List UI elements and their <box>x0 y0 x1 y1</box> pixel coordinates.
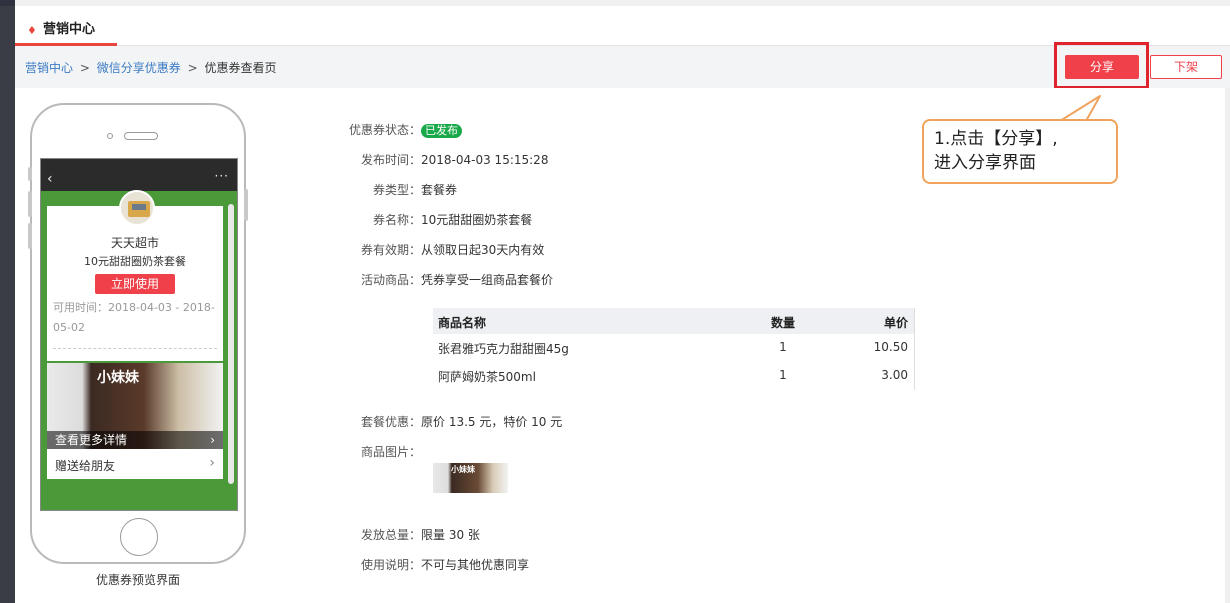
name-value: 10元甜甜圈奶茶套餐 <box>421 213 533 227</box>
table-row: 张君雅巧克力甜甜圈45g 1 10.50 <box>433 334 914 362</box>
validity-label: 券有效期： <box>360 243 421 257</box>
more-icon[interactable]: ··· <box>215 168 229 184</box>
gift-label: 赠送给朋友 <box>55 459 116 473</box>
phone-speaker <box>124 132 158 140</box>
phone-side-button <box>28 223 32 249</box>
product-thumbnail[interactable]: 小妹妹 <box>433 463 508 493</box>
phone-nav-bar: ‹ ··· <box>41 168 237 191</box>
goods-row: 活动商品：凭券享受一组商品套餐价 <box>325 271 553 288</box>
coupon-name: 10元甜甜圈奶茶套餐 <box>84 255 186 268</box>
image-label: 商品图片： <box>360 445 421 459</box>
thumbnail-logo: 小妹妹 <box>451 465 475 474</box>
phone-side-button <box>28 191 32 217</box>
shop-name: 天天超市 <box>110 236 159 250</box>
callout-line-2: 进入分享界面 <box>934 153 1036 173</box>
tab-marketing-center[interactable]: ♦ 营销中心 <box>15 6 117 46</box>
usage-value: 不可与其他优惠同享 <box>421 558 530 572</box>
share-button[interactable]: 分享 <box>1065 55 1139 79</box>
back-icon[interactable]: ‹ <box>47 171 53 187</box>
cashier-icon <box>128 201 150 217</box>
name-row: 券名称：10元甜甜圈奶茶套餐 <box>325 211 532 228</box>
type-value: 套餐券 <box>421 183 458 197</box>
use-now-button[interactable]: 立即使用 <box>95 274 175 294</box>
preview-caption: 优惠券预览界面 <box>95 573 180 587</box>
dashed-divider <box>53 348 217 349</box>
cell-price: 10.50 <box>873 340 908 354</box>
table-header: 商品名称 数量 单价 <box>433 308 914 334</box>
phone-home-button <box>120 518 158 556</box>
usage-label: 使用说明： <box>360 558 421 572</box>
cell-qty: 1 <box>779 368 787 382</box>
phone-side-button <box>28 167 32 181</box>
table-row: 阿萨姆奶茶500ml 1 3.00 <box>433 362 914 390</box>
status-row: 优惠券状态： 已发布 <box>325 121 462 138</box>
tab-bar: ♦ 营销中心 <box>15 6 1230 46</box>
column-header-qty: 数量 <box>770 316 795 330</box>
breadcrumb-separator: > <box>79 61 90 75</box>
phone-preview: ‹ ··· 天天超市 10元甜甜圈奶茶套餐 立即使用 可用时间：2018-04-… <box>28 103 248 564</box>
available-time: 可用时间：2018-04-03 - 2018-05-02 <box>53 301 215 334</box>
column-header-name: 商品名称 <box>438 316 487 330</box>
phone-status-bar <box>41 159 237 171</box>
goods-value: 凭券享受一组商品套餐价 <box>421 273 554 287</box>
product-image-logo: 小妹妹 <box>97 370 139 386</box>
total-value: 限量 30 张 <box>421 528 480 542</box>
name-label: 券名称： <box>372 213 421 227</box>
coupon-card: 天天超市 10元甜甜圈奶茶套餐 立即使用 可用时间：2018-04-03 - 2… <box>47 190 223 361</box>
shop-avatar <box>119 190 155 226</box>
marketing-icon: ♦ <box>27 24 37 37</box>
callout-line-1: 1.点击【分享】, <box>934 129 1058 149</box>
offshelf-button[interactable]: 下架 <box>1150 55 1222 79</box>
validity-row: 券有效期：从领取日起30天内有效 <box>325 241 544 258</box>
cell-name: 阿萨姆奶茶500ml <box>438 370 536 384</box>
usage-row: 使用说明：不可与其他优惠同享 <box>325 556 529 573</box>
more-details-label: 查看更多详情 <box>55 433 128 447</box>
discount-row: 套餐优惠：原价 13.5 元，特价 10 元 <box>325 413 562 430</box>
breadcrumb-current-page: 优惠券查看页 <box>204 61 277 75</box>
gift-to-friend-item[interactable]: 赠送给朋友 › <box>47 449 223 479</box>
breadcrumb-marketing-center[interactable]: 营销中心 <box>25 61 73 75</box>
product-image: 小妹妹 查看更多详情 › <box>47 363 223 449</box>
type-label: 券类型： <box>372 183 421 197</box>
breadcrumb-separator: > <box>187 61 198 75</box>
phone-camera <box>107 133 113 139</box>
breadcrumb-wechat-coupon[interactable]: 微信分享优惠券 <box>97 61 181 75</box>
cell-qty: 1 <box>779 340 787 354</box>
phone-screen: ‹ ··· 天天超市 10元甜甜圈奶茶套餐 立即使用 可用时间：2018-04-… <box>40 158 238 511</box>
status-label: 优惠券状态： <box>348 123 421 137</box>
instruction-callout: 1.点击【分享】, 进入分享界面 <box>922 119 1118 184</box>
validity-value: 从领取日起30天内有效 <box>421 243 545 257</box>
phone-scrollbar[interactable] <box>228 204 234 484</box>
cell-name: 张君雅巧克力甜甜圈45g <box>438 342 569 356</box>
goods-label: 活动商品： <box>360 273 421 287</box>
publish-time-row: 发布时间：2018-04-03 15:15:28 <box>325 151 548 168</box>
breadcrumb-bar: 营销中心 > 微信分享优惠券 > 优惠券查看页 <box>15 46 1230 88</box>
status-badge: 已发布 <box>421 124 462 138</box>
publish-time-value: 2018-04-03 15:15:28 <box>421 153 549 167</box>
discount-value: 原价 13.5 元，特价 10 元 <box>421 415 563 429</box>
cell-price: 3.00 <box>881 368 908 382</box>
breadcrumb: 营销中心 > 微信分享优惠券 > 优惠券查看页 <box>25 59 276 76</box>
publish-time-label: 发布时间： <box>360 153 421 167</box>
tab-label: 营销中心 <box>43 22 96 37</box>
more-details-link[interactable]: 查看更多详情 › <box>47 431 223 449</box>
total-row: 发放总量：限量 30 张 <box>325 526 480 543</box>
column-header-price: 单价 <box>883 316 908 330</box>
image-row: 商品图片： <box>325 443 421 460</box>
chevron-right-icon: › <box>210 433 215 447</box>
discount-label: 套餐优惠： <box>360 415 421 429</box>
goods-table: 商品名称 数量 单价 张君雅巧克力甜甜圈45g 1 10.50 阿萨姆奶茶500… <box>433 308 915 390</box>
chevron-right-icon: › <box>209 455 215 471</box>
type-row: 券类型：套餐券 <box>325 181 457 198</box>
total-label: 发放总量： <box>360 528 421 542</box>
phone-side-button <box>244 189 248 221</box>
